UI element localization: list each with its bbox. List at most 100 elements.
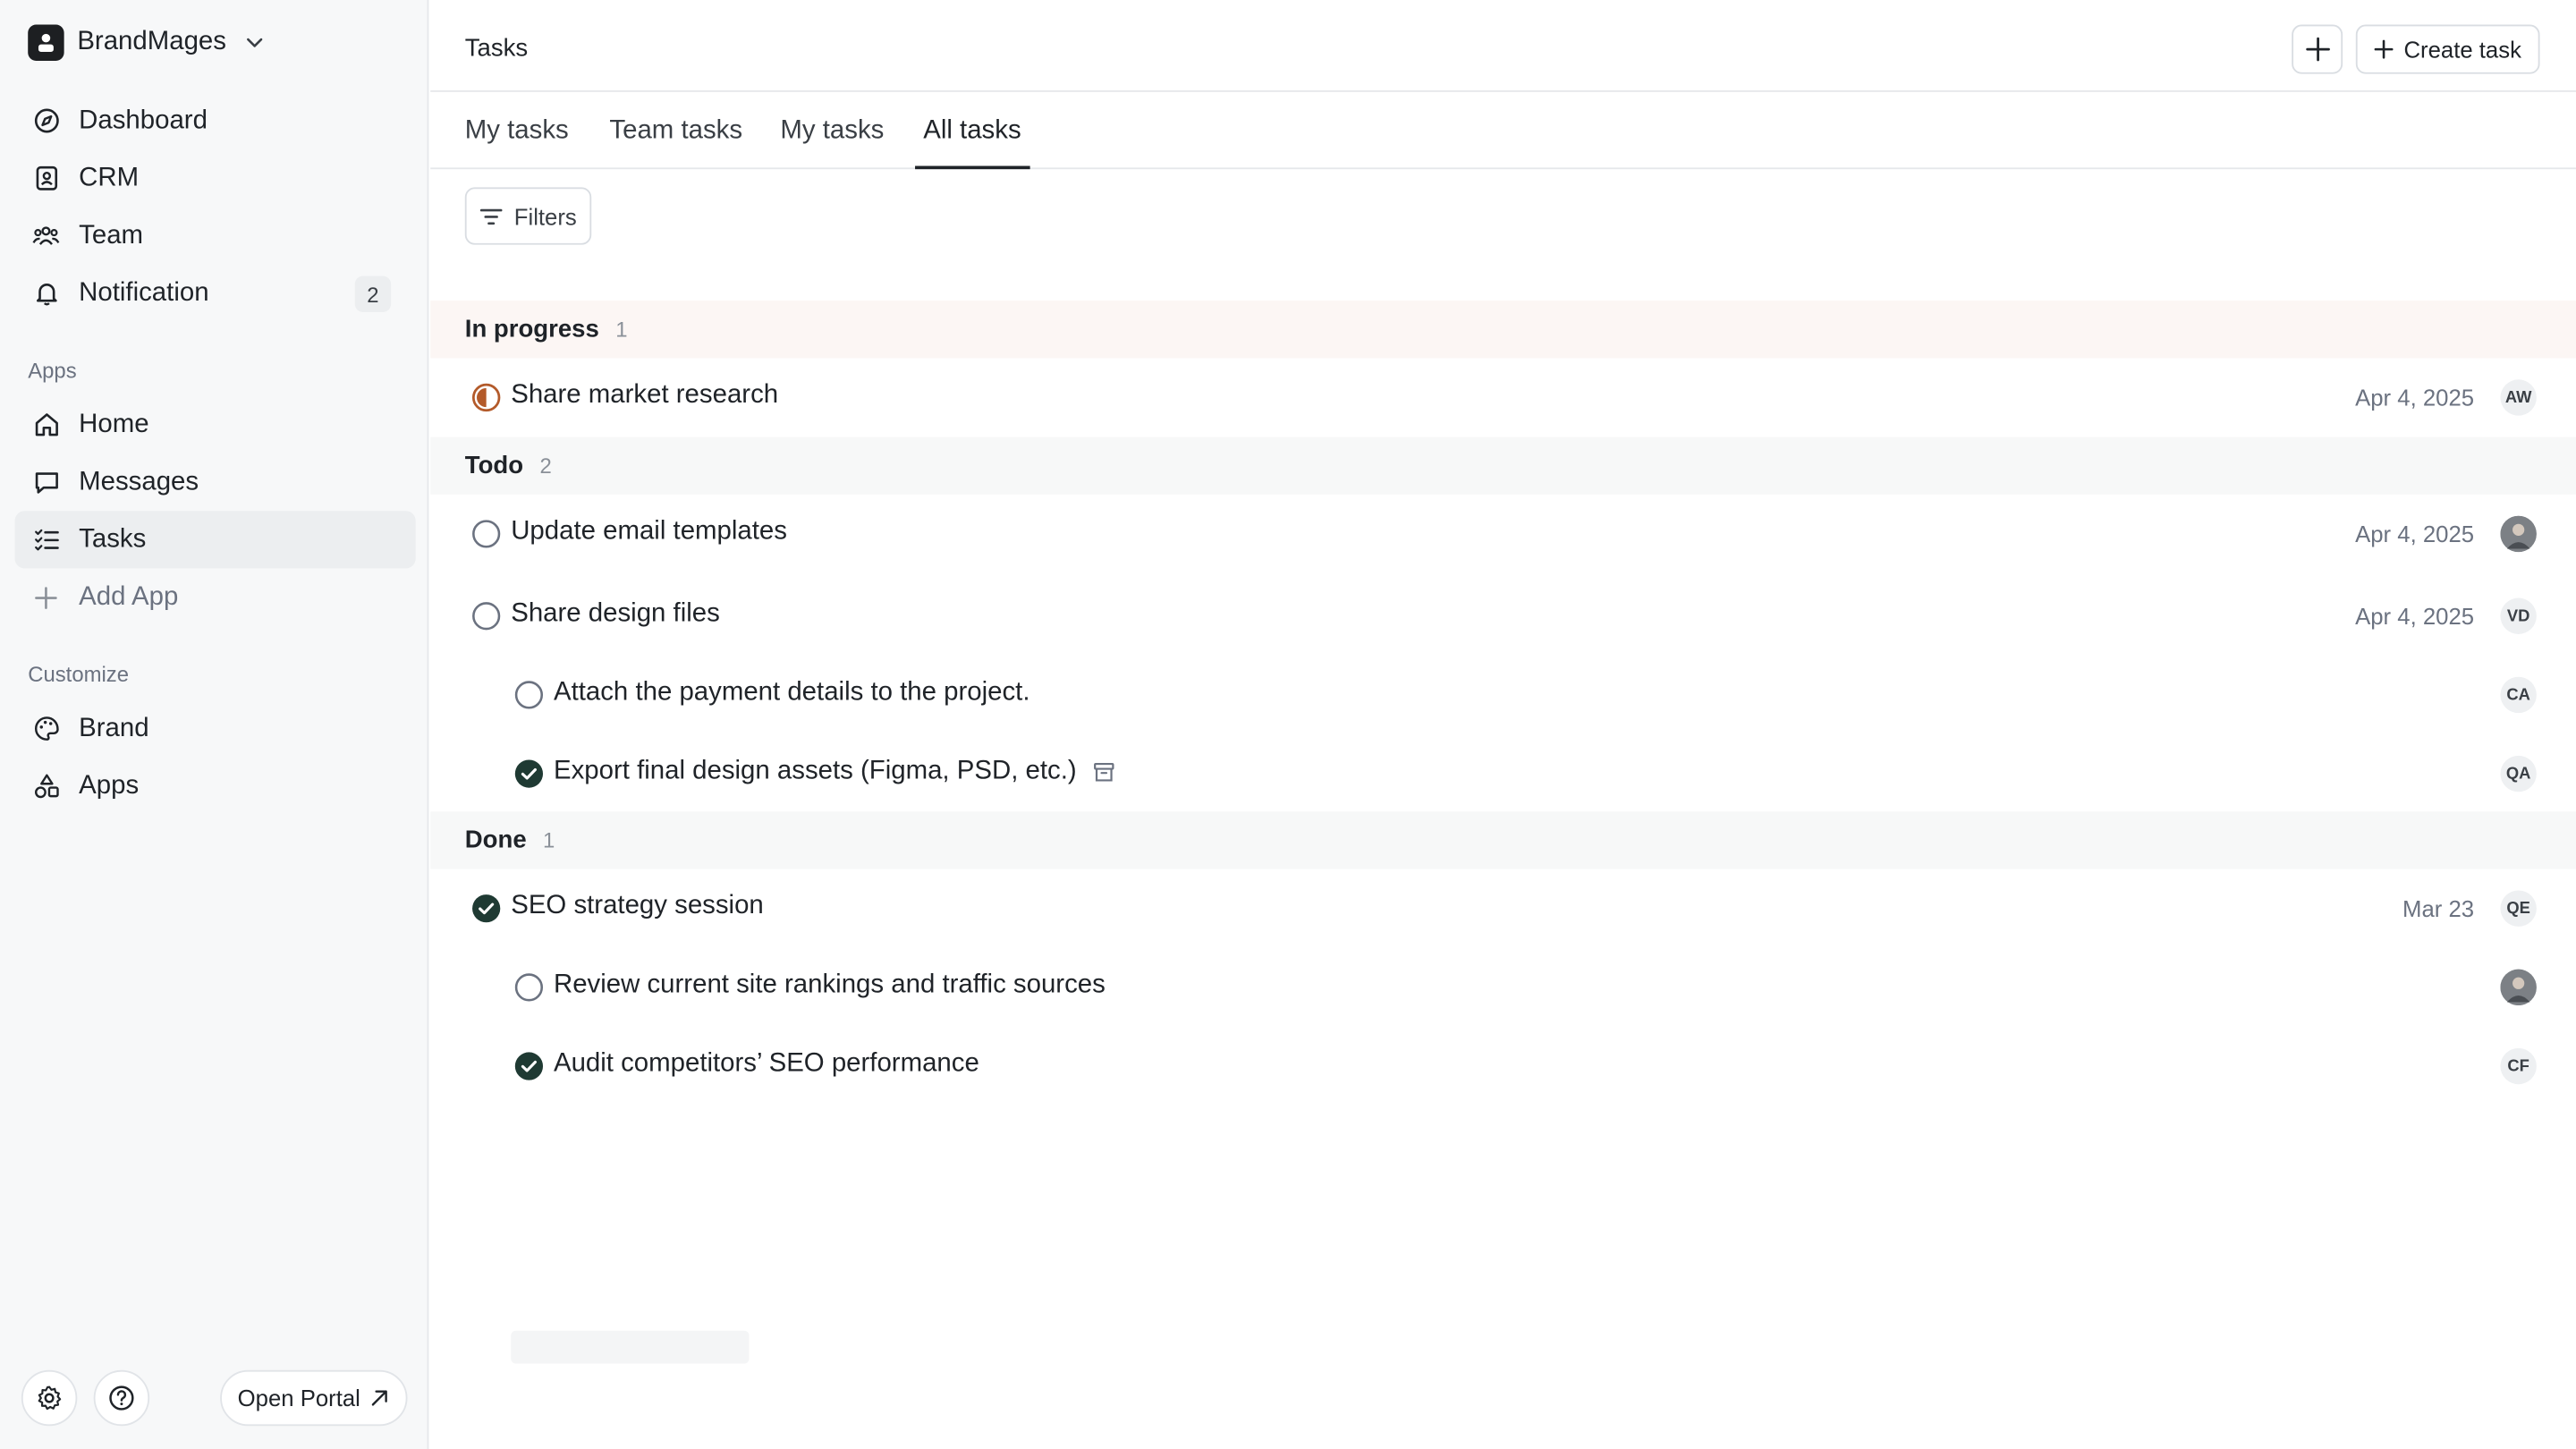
avatar[interactable]	[2500, 969, 2537, 1006]
todo-status-icon[interactable]	[514, 972, 544, 1002]
group-header-in-progress[interactable]: In progress 1	[430, 301, 2576, 359]
sidebar-item-dashboard[interactable]: Dashboard	[15, 92, 416, 149]
todo-status-icon[interactable]	[471, 519, 501, 548]
subtask-row[interactable]: Export final design assets (Figma, PSD, …	[430, 734, 2576, 813]
group-name: Done	[464, 826, 527, 855]
plus-icon	[2374, 39, 2394, 59]
gear-icon	[38, 1385, 62, 1411]
task-title: Export final design assets (Figma, PSD, …	[553, 757, 1077, 785]
sidebar-item-notification[interactable]: Notification 2	[15, 265, 416, 322]
group-count: 1	[615, 317, 628, 343]
apps-section-label: Apps	[28, 358, 77, 383]
task-title: Share design files	[511, 599, 720, 628]
main-panel: Tasks Create task My tasks Team tasks My…	[430, 0, 2576, 1449]
group-count: 1	[543, 827, 555, 853]
shapes-icon	[31, 771, 61, 801]
task-date: Apr 4, 2025	[2355, 603, 2475, 630]
task-title: Update email templates	[511, 517, 787, 546]
group-count: 2	[539, 453, 552, 479]
add-button[interactable]	[2292, 24, 2343, 74]
sidebar-item-brand[interactable]: Brand	[15, 699, 416, 757]
avatar[interactable]: QA	[2500, 755, 2537, 792]
notification-count-badge: 2	[354, 275, 392, 312]
sidebar-item-apps[interactable]: Apps	[15, 758, 416, 815]
avatar[interactable]: QE	[2500, 890, 2537, 927]
compass-icon	[31, 106, 61, 135]
workspace-logo-icon	[28, 24, 64, 61]
filter-icon	[479, 208, 503, 225]
sidebar-item-label: Messages	[79, 467, 199, 496]
sidebar-item-tasks[interactable]: Tasks	[14, 511, 416, 569]
sidebar-item-label: Brand	[79, 714, 149, 742]
sidebar: BrandMages Dashboard CRM Team Notificati…	[0, 0, 429, 1449]
avatar[interactable]: CF	[2500, 1047, 2537, 1085]
task-date: Mar 23	[2402, 895, 2475, 922]
tab-all-tasks[interactable]: All tasks	[923, 92, 1021, 169]
create-task-label: Create task	[2403, 36, 2521, 63]
sidebar-item-label: Dashboard	[79, 106, 208, 134]
avatar[interactable]: VD	[2500, 597, 2537, 634]
in-progress-status-icon[interactable]	[471, 383, 501, 412]
open-portal-button[interactable]: Open Portal	[220, 1369, 408, 1427]
subtask-row[interactable]: Audit competitors’ SEO performance CF	[430, 1027, 2576, 1106]
sidebar-item-crm[interactable]: CRM	[15, 149, 416, 207]
filters-label: Filters	[513, 202, 577, 230]
plus-icon	[31, 582, 61, 612]
sidebar-item-add-app[interactable]: Add App	[15, 568, 416, 625]
contact-book-icon	[31, 164, 61, 193]
avatar[interactable]: CA	[2500, 676, 2537, 714]
task-row[interactable]: SEO strategy session Mar 23 QE	[430, 869, 2576, 948]
sidebar-item-messages[interactable]: Messages	[15, 453, 416, 511]
task-row[interactable]: Update email templates Apr 4, 2025	[430, 495, 2576, 573]
workspace-switcher[interactable]: BrandMages	[28, 23, 266, 63]
todo-status-icon[interactable]	[514, 680, 544, 709]
avatar[interactable]	[2500, 515, 2537, 553]
settings-button[interactable]	[21, 1369, 78, 1427]
done-status-icon[interactable]	[514, 1051, 544, 1080]
subtask-row[interactable]: Review current site rankings and traffic…	[430, 948, 2576, 1027]
task-title: Review current site rankings and traffic…	[553, 970, 1106, 999]
sidebar-item-label: Tasks	[79, 524, 147, 554]
task-date: Apr 4, 2025	[2355, 521, 2475, 547]
help-icon	[109, 1385, 134, 1411]
customize-section-label: Customize	[28, 662, 130, 687]
task-row[interactable]: Share market research Apr 4, 2025 AW	[430, 358, 2576, 436]
loading-placeholder	[511, 1330, 750, 1364]
arrow-up-right-icon	[372, 1390, 388, 1406]
tab-my-tasks[interactable]: My tasks	[465, 92, 569, 169]
filters-button[interactable]: Filters	[464, 187, 592, 245]
task-row[interactable]: Share design files Apr 4, 2025 VD	[430, 577, 2576, 656]
todo-status-icon[interactable]	[471, 601, 501, 631]
sidebar-item-team[interactable]: Team	[15, 207, 416, 264]
group-header-done[interactable]: Done 1	[430, 811, 2576, 869]
task-title: SEO strategy session	[511, 892, 764, 920]
done-status-icon[interactable]	[514, 759, 544, 789]
group-name: Todo	[464, 452, 524, 480]
workspace-name: BrandMages	[77, 28, 226, 56]
plus-icon	[2305, 37, 2329, 62]
palette-icon	[31, 714, 61, 743]
sidebar-item-label: Notification	[79, 278, 209, 307]
tab-my-tasks-2[interactable]: My tasks	[780, 92, 884, 169]
message-icon	[31, 468, 61, 497]
help-button[interactable]	[93, 1369, 150, 1427]
topbar: Tasks Create task	[430, 0, 2576, 92]
tab-team-tasks[interactable]: Team tasks	[609, 92, 742, 169]
subtask-row[interactable]: Attach the payment details to the projec…	[430, 656, 2576, 734]
task-date: Apr 4, 2025	[2355, 384, 2475, 411]
avatar[interactable]: AW	[2500, 379, 2537, 416]
create-task-button[interactable]: Create task	[2355, 24, 2540, 74]
group-header-todo[interactable]: Todo 2	[430, 436, 2576, 495]
open-portal-label: Open Portal	[237, 1385, 360, 1411]
tab-bar: My tasks Team tasks My tasks All tasks	[430, 92, 2576, 170]
team-icon	[31, 221, 61, 250]
sidebar-item-home[interactable]: Home	[15, 396, 416, 453]
sidebar-item-label: CRM	[79, 163, 140, 191]
bell-icon	[31, 278, 61, 308]
user-photo-icon	[2500, 515, 2537, 553]
done-status-icon[interactable]	[471, 894, 501, 923]
active-tab-indicator	[915, 165, 1030, 170]
sidebar-item-label: Team	[79, 221, 144, 250]
home-icon	[31, 410, 61, 439]
archive-icon	[1094, 762, 1114, 782]
